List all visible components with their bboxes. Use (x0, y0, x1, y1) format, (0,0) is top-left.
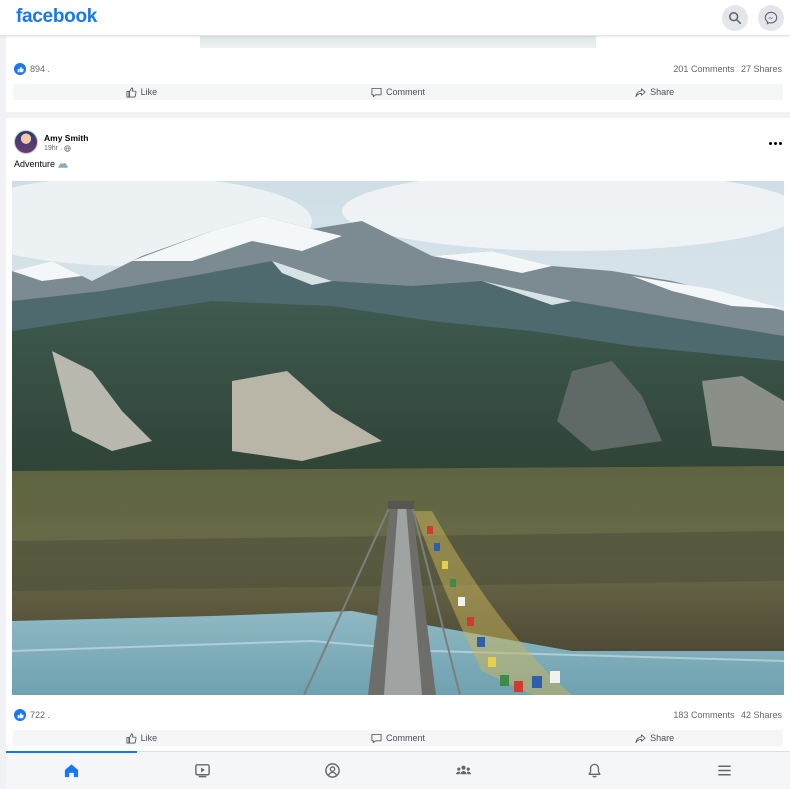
likes-count[interactable]: 894 . (30, 64, 50, 74)
post-stats: 894 . 201 Comments 27 Shares (14, 62, 782, 76)
mountain-emoji-icon (58, 161, 69, 168)
post-image[interactable] (200, 36, 596, 48)
nav-profile[interactable] (267, 752, 398, 789)
more-icon (768, 141, 772, 145)
nav-watch[interactable] (137, 752, 268, 789)
thumbs-up-icon (126, 733, 137, 743)
like-reaction-icon (14, 63, 26, 75)
like-button[interactable]: Like (13, 733, 270, 744)
comment-button[interactable]: Comment (270, 87, 527, 98)
nav-groups[interactable] (398, 752, 529, 789)
bottom-navigation (6, 751, 790, 789)
share-label: Share (650, 87, 675, 97)
avatar[interactable] (14, 130, 38, 154)
like-button[interactable]: Like (13, 87, 270, 98)
post-image[interactable] (12, 181, 784, 695)
home-icon (64, 764, 78, 778)
share-button[interactable]: Share (526, 87, 783, 98)
post-stats: 722 . 183 Comments 42 Shares (14, 708, 782, 722)
globe-icon (64, 144, 71, 152)
post-card: 894 . 201 Comments 27 Shares Like Commen… (6, 36, 790, 112)
thumbs-up-icon (126, 87, 137, 97)
comment-icon (371, 733, 382, 743)
nav-home[interactable] (6, 751, 137, 789)
search-icon (728, 11, 742, 25)
like-reaction-icon (14, 709, 26, 721)
share-button[interactable]: Share (526, 733, 783, 744)
comment-label: Comment (386, 733, 426, 743)
more-options-button[interactable] (766, 136, 784, 150)
likes-count[interactable]: 722 . (30, 710, 50, 720)
profile-icon (325, 763, 340, 778)
shares-count[interactable]: 42 Shares (741, 710, 782, 720)
post-time[interactable]: 19hr . (44, 145, 62, 152)
facebook-logo[interactable]: facebook (16, 6, 97, 28)
nav-notifications[interactable] (529, 752, 660, 789)
nav-menu[interactable] (659, 752, 790, 789)
search-button[interactable] (722, 5, 748, 31)
share-label: Share (650, 733, 675, 743)
comment-button[interactable]: Comment (270, 733, 527, 744)
notifications-icon (587, 763, 601, 778)
post-actions: Like Comment Share (13, 84, 783, 100)
shares-count[interactable]: 27 Shares (741, 64, 782, 74)
messenger-icon (764, 11, 778, 25)
like-label: Like (140, 87, 158, 97)
like-label: Like (140, 733, 158, 743)
share-icon (635, 733, 646, 743)
comments-count[interactable]: 201 Comments (673, 64, 734, 74)
comment-label: Comment (386, 87, 426, 97)
top-bar: facebook (0, 0, 790, 36)
menu-icon (718, 765, 731, 776)
comment-icon (371, 87, 382, 97)
share-icon (635, 87, 646, 97)
post-caption: Adventure (14, 159, 56, 169)
post-author[interactable]: Amy Smith 19hr . (14, 130, 88, 154)
post-text: Adventure (14, 159, 69, 169)
messenger-button[interactable] (758, 5, 784, 31)
comments-count[interactable]: 183 Comments (673, 710, 734, 720)
post-card: Amy Smith 19hr . Adventure 722 . 183 Com… (6, 118, 790, 753)
watch-icon (194, 764, 210, 778)
author-name[interactable]: Amy Smith (44, 133, 88, 143)
post-actions: Like Comment Share (13, 730, 783, 746)
groups-icon (455, 765, 471, 775)
post-meta: 19hr . (44, 145, 88, 152)
news-feed[interactable]: 894 . 201 Comments 27 Shares Like Commen… (6, 36, 790, 753)
bridge-landscape-image (12, 181, 784, 695)
